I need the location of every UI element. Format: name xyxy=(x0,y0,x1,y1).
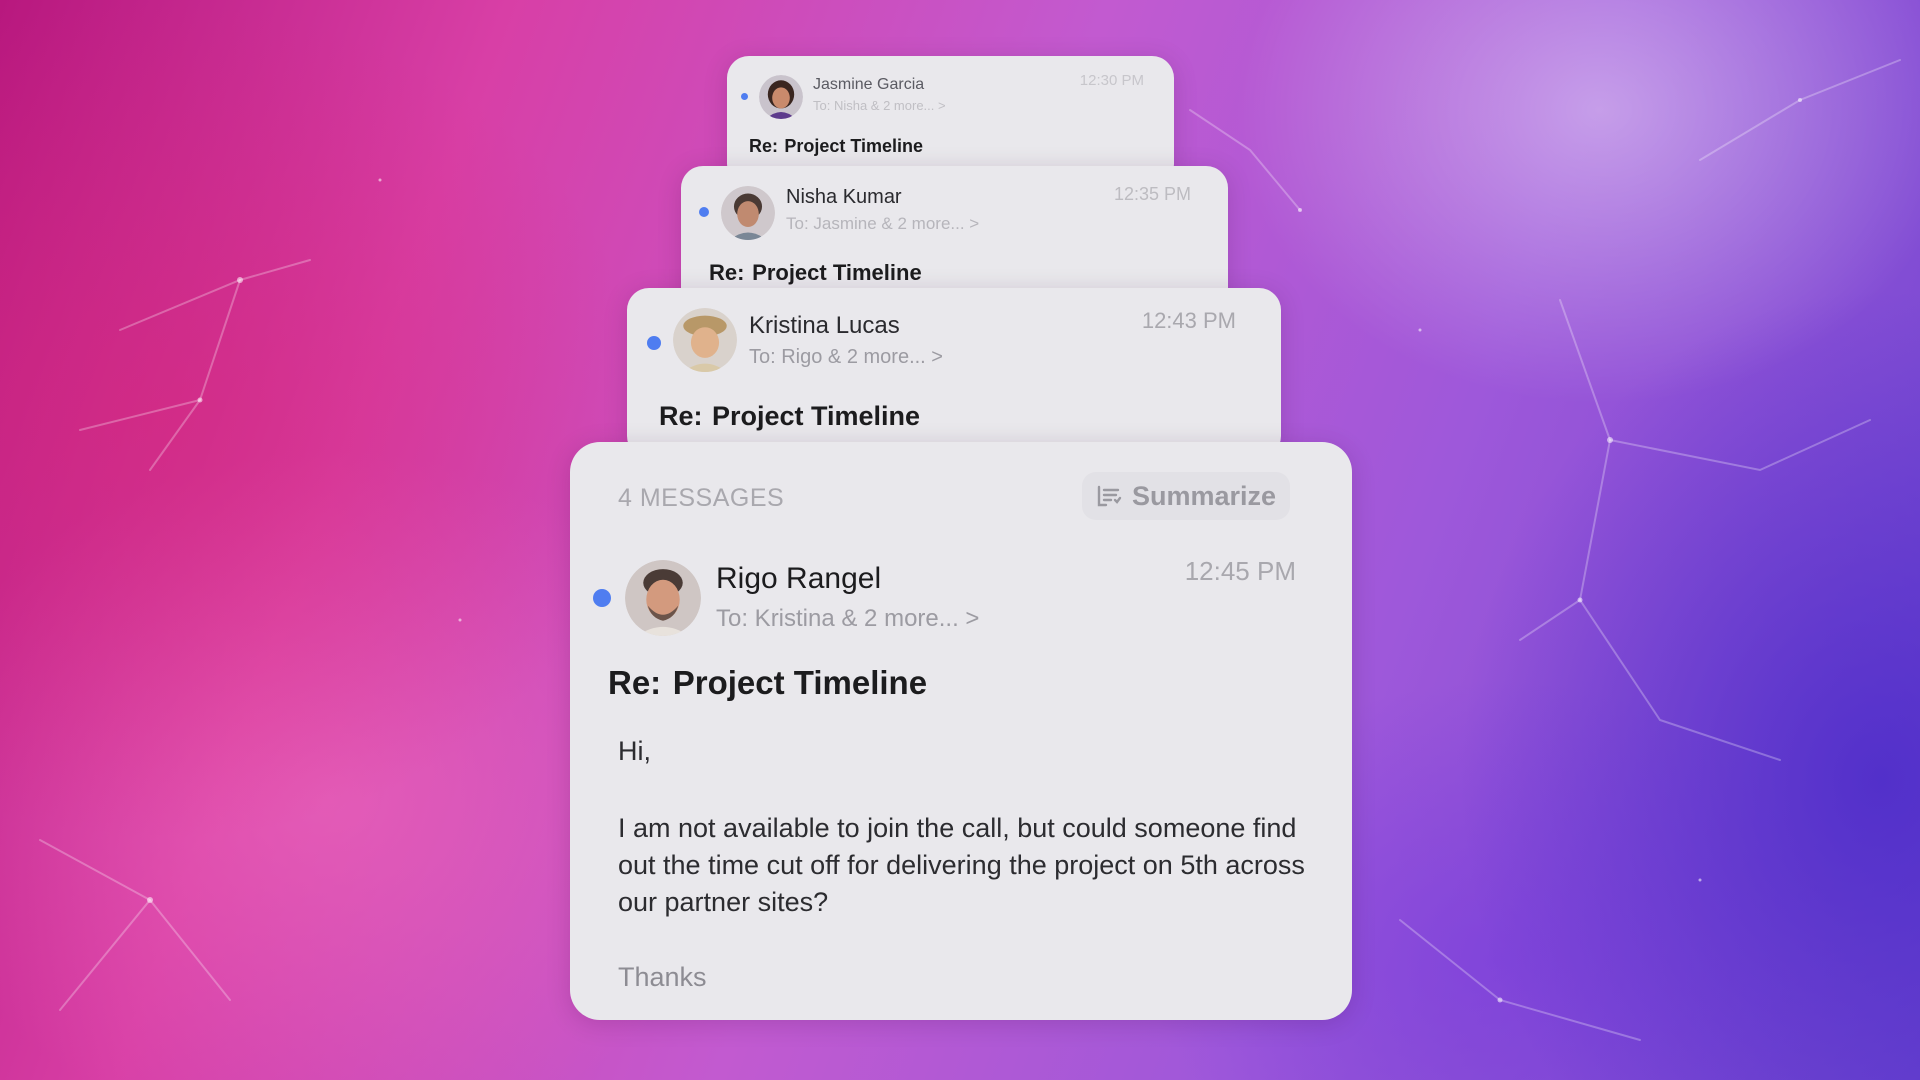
unread-dot xyxy=(647,336,661,350)
subject-text: Project Timeline xyxy=(752,260,922,285)
subject-text: Project Timeline xyxy=(672,664,928,701)
message-time: 12:35 PM xyxy=(1113,184,1191,204)
body-greeting: Hi, xyxy=(618,736,651,766)
avatar-rigo-icon xyxy=(625,560,701,636)
summarize-icon xyxy=(1097,485,1122,507)
subject-prefix: Re: xyxy=(659,401,703,431)
message-count: 4 MESSAGES xyxy=(618,484,785,512)
sender-name: Jasmine Garcia xyxy=(813,76,925,93)
sender-name: Rigo Rangel xyxy=(716,562,882,595)
subject-text: Project Timeline xyxy=(711,401,921,431)
message-card-3[interactable]: Kristina Lucas To: Rigo & 2 more... > 12… xyxy=(627,288,1281,458)
sender-name: Kristina Lucas xyxy=(749,312,900,339)
sender-name: Nisha Kumar xyxy=(786,186,902,208)
avatar-kristina-icon xyxy=(673,308,737,372)
recipients-link[interactable]: To: Kristina & 2 more... > xyxy=(716,605,979,633)
message-subject: Re: Project Timeline xyxy=(709,260,922,286)
message-card-expanded[interactable]: 4 MESSAGES Summarize Rigo Rangel To: Kri… xyxy=(570,442,1352,1020)
message-time: 12:45 PM xyxy=(1184,556,1296,586)
recipients-link[interactable]: To: Nisha & 2 more... > xyxy=(813,98,946,113)
recipients-link[interactable]: To: Jasmine & 2 more... > xyxy=(786,214,979,234)
recipients-link[interactable]: To: Rigo & 2 more... > xyxy=(749,346,943,369)
subject-prefix: Re: xyxy=(709,260,745,285)
avatar-jasmine-icon xyxy=(759,75,803,119)
body-paragraph: I am not available to join the call, but… xyxy=(618,813,1305,917)
subject-prefix: Re: xyxy=(749,136,779,156)
avatar-nisha-icon xyxy=(721,186,775,240)
message-time: 12:30 PM xyxy=(1079,72,1144,89)
message-subject: Re: Project Timeline xyxy=(749,136,923,157)
message-subject: Re: Project Timeline xyxy=(608,664,927,702)
unread-dot xyxy=(699,207,709,217)
subject-text: Project Timeline xyxy=(784,136,924,156)
message-time: 12:43 PM xyxy=(1141,308,1236,333)
body-signoff: Thanks xyxy=(618,962,707,992)
message-subject: Re: Project Timeline xyxy=(659,401,920,432)
unread-dot xyxy=(741,93,748,100)
subject-prefix: Re: xyxy=(608,664,662,701)
summarize-label: Summarize xyxy=(1131,480,1276,511)
unread-dot xyxy=(593,589,611,607)
summarize-button[interactable]: Summarize xyxy=(1081,472,1290,520)
